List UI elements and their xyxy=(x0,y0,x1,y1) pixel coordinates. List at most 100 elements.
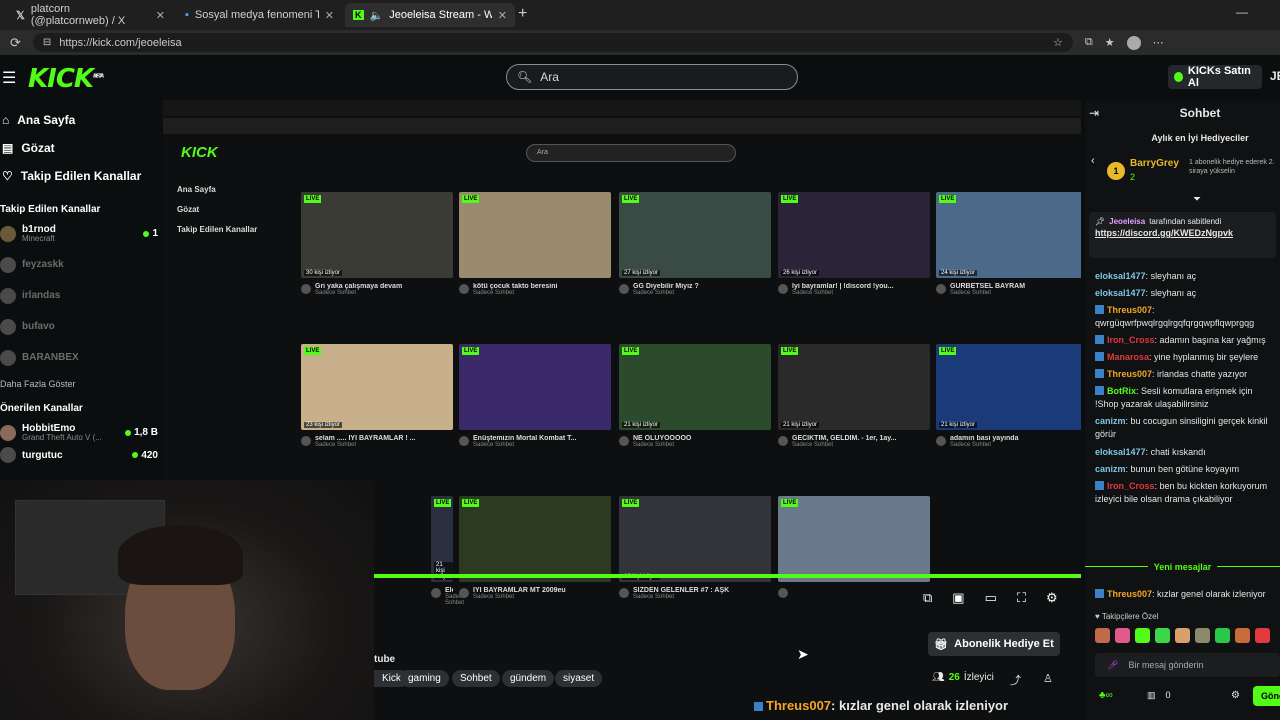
stream-thumbnail[interactable]: LIVE 21 kişi izliyor xyxy=(936,344,1081,430)
chat-user[interactable]: Manarosa xyxy=(1107,352,1149,362)
emote-icon[interactable] xyxy=(1255,628,1270,643)
top-gifter-name[interactable]: BarryGrey xyxy=(1130,158,1179,169)
stream-thumbnail[interactable]: LIVE 24 kişi izliyor xyxy=(936,192,1081,278)
fullscreen-icon[interactable]: ⛶ xyxy=(1017,590,1026,606)
channel-item[interactable]: bufavo xyxy=(0,311,158,342)
chat-user[interactable]: Iron_Cross xyxy=(1107,335,1155,345)
gift-subscription-button[interactable]: 🎁︎ Abonelik Hediye Et xyxy=(928,632,1060,656)
stream-thumbnail[interactable]: LIVE 26 kişi izliyor xyxy=(778,192,930,278)
stream-card[interactable]: LIVE 27 kişi izliyor GG Diyebilir Miyiz ? S… xyxy=(619,192,771,296)
stream-card[interactable]: LIVE16 kişi izliyor SİZDEN GELENLER #7 : … xyxy=(619,496,771,600)
channel-item[interactable]: HobbitEmo Grand Theft Auto V (... 1,8 B xyxy=(0,417,158,448)
chat-user[interactable]: BotRix xyxy=(1107,386,1136,396)
channel-item[interactable]: BARANBEX xyxy=(0,342,158,373)
chat-user[interactable]: eloksal1477 xyxy=(1095,271,1146,281)
emote-icon[interactable] xyxy=(1195,628,1210,643)
channel-item[interactable]: feyzaskk xyxy=(0,249,158,280)
stream-card[interactable]: LIVE 26 kişi izliyor İyi bayramlar! | !dis… xyxy=(778,192,930,296)
chat-input[interactable]: 🎤︎ Bir mesaj gönderin xyxy=(1095,653,1280,677)
emote-icon[interactable] xyxy=(1175,628,1190,643)
tag-gaming[interactable]: gaming xyxy=(400,670,449,687)
stream-thumbnail[interactable]: LIVE 30 kişi izliyor xyxy=(301,192,453,278)
chat-user[interactable]: eloksal1477 xyxy=(1095,288,1146,298)
browser-tab-1[interactable]: 𝕏 platcorn (@platcornweb) / X ✕ xyxy=(8,3,173,27)
chat-user[interactable]: Threus007 xyxy=(1107,589,1152,599)
stream-card[interactable]: LIVE 24 kişi izliyor GURBETSEL BAYRAM Sadec… xyxy=(936,192,1081,296)
chat-user[interactable]: canizm xyxy=(1095,464,1126,474)
chat-user[interactable]: eloksal1477 xyxy=(1095,447,1146,457)
stream-thumbnail[interactable]: LIVE 21 kişi izliyor xyxy=(619,344,771,430)
tag-gundem[interactable]: gündem xyxy=(502,670,555,687)
chat-user[interactable]: canizm xyxy=(1095,416,1126,426)
sidebar-item-following[interactable]: ♡ Takip Edilen Kanallar xyxy=(0,162,158,190)
clip-icon[interactable]: ▣ xyxy=(952,590,964,606)
emote-icon[interactable] xyxy=(1115,628,1130,643)
settings-icon[interactable]: ⚙ xyxy=(1046,590,1058,606)
new-tab-button[interactable]: + xyxy=(518,5,527,23)
send-button[interactable]: Gönder xyxy=(1253,686,1280,706)
stream-thumbnail[interactable]: LIVE xyxy=(459,496,611,582)
kick-logo[interactable]: KICKBETA xyxy=(28,64,104,94)
chevron-left-icon[interactable]: ‹ xyxy=(1091,155,1095,167)
reload-icon[interactable]: ⟳ xyxy=(10,35,21,51)
stream-card[interactable]: LIVE İYİ BAYRAMLAR MT 2009eu Sadece Sohbet xyxy=(459,496,611,600)
stream-card[interactable]: LIVE Enüştemizin Mortal Kombat T... Sadece… xyxy=(459,344,611,448)
stream-card[interactable]: LIVE 23 kişi izliyor selam ..... İYİ BAYRA… xyxy=(301,344,453,448)
close-icon[interactable]: ✕ xyxy=(498,9,507,22)
follow-icon[interactable]: ♙ xyxy=(1043,672,1053,685)
extensions-icon[interactable]: ⧉ xyxy=(1085,36,1093,49)
emote-icon[interactable] xyxy=(1095,628,1110,643)
pinned-link[interactable]: https://discord.gg/KWEDzNgpvk xyxy=(1089,228,1276,238)
stream-thumbnail[interactable]: LIVE xyxy=(459,344,611,430)
stream-card[interactable]: LIVE 21 kişi izliyor GECİKTİM, GELDİM. - 1… xyxy=(778,344,930,448)
stream-thumbnail[interactable]: LIVE 23 kişi izliyor xyxy=(301,344,453,430)
show-more-link[interactable]: Daha Fazla Göster xyxy=(0,379,158,389)
channel-item[interactable]: b1rnod Minecraft 1 xyxy=(0,218,158,249)
browser-tab-2[interactable]: ▪ Sosyal medya fenomeni Testo Tayl ✕ xyxy=(177,3,342,27)
speaker-icon[interactable]: 🔈 xyxy=(370,9,384,22)
stream-card[interactable]: LIVE 21 kişi izliyor NE OLUYOOOOO Sadece So… xyxy=(619,344,771,448)
channel-item[interactable]: irlandas xyxy=(0,280,158,311)
tag-siyaset[interactable]: siyaset xyxy=(555,670,603,687)
favorites-icon[interactable]: ★ xyxy=(1105,36,1115,49)
theater-icon[interactable]: ▭ xyxy=(985,590,997,606)
address-bar[interactable]: ⊟ https://kick.com/jeoeleisa ☆ xyxy=(32,33,1073,52)
channel-item[interactable]: turgutuc 420 xyxy=(0,447,158,463)
emote-icon[interactable] xyxy=(1235,628,1250,643)
stream-card[interactable]: LIVE 21 kişi izliyor adamın basi yayında Sa… xyxy=(936,344,1081,448)
hamburger-menu-icon[interactable]: ☰ xyxy=(2,68,16,88)
tag-sohbet[interactable]: Sohbet xyxy=(452,670,500,687)
share-icon[interactable]: ⤴ xyxy=(1010,672,1021,688)
chevron-down-icon[interactable]: ⏷ xyxy=(1193,194,1201,205)
stream-thumbnail[interactable]: LIVE 21 kişi izliyor xyxy=(778,344,930,430)
minimize-button[interactable]: — xyxy=(1236,5,1248,19)
stream-card[interactable]: LIVE kötü çocuk takto beresini Sadece Sohb… xyxy=(459,192,611,296)
browser-tab-3[interactable]: K 🔈 Jeoeleisa Stream - Watch Live ✕ xyxy=(345,3,515,27)
close-icon[interactable]: ✕ xyxy=(325,9,334,22)
close-icon[interactable]: ✕ xyxy=(156,9,165,22)
stream-thumbnail[interactable]: LIVE16 kişi izliyor xyxy=(619,496,771,582)
stream-card[interactable]: LIVE21 kişi izliyorElora2 sunucusuna gir… xyxy=(431,496,465,606)
stream-card[interactable]: LIVE 30 kişi izliyor Gri yaka çalışmaya de… xyxy=(301,192,453,296)
buy-kicks-button[interactable]: KICKs Satın Al xyxy=(1168,65,1262,89)
chat-user[interactable]: Threus007 xyxy=(1107,305,1152,315)
profile-icon[interactable] xyxy=(1126,35,1141,50)
pip-icon[interactable]: ⧉ xyxy=(923,590,932,606)
stream-thumbnail[interactable]: LIVE 27 kişi izliyor xyxy=(619,192,771,278)
menu-icon[interactable]: ⋯ xyxy=(1153,36,1164,49)
stream-thumbnail[interactable]: LIVE xyxy=(459,192,611,278)
emote-icon[interactable] xyxy=(1155,628,1170,643)
emote-icon[interactable] xyxy=(1135,628,1150,643)
stream-thumbnail[interactable]: LIVE xyxy=(778,496,930,582)
favorite-star-icon[interactable]: ☆ xyxy=(1053,36,1063,49)
sidebar-item-home[interactable]: ⌂ Ana Sayfa xyxy=(0,106,158,134)
emote-icon[interactable] xyxy=(1215,628,1230,643)
channel-points-icon[interactable]: ♣∞ xyxy=(1099,690,1113,701)
site-info-icon[interactable]: ⊟ xyxy=(43,37,51,48)
user-menu[interactable]: JE xyxy=(1270,69,1280,83)
chat-user[interactable]: Threus007 xyxy=(1107,369,1152,379)
search-input[interactable]: 🔍︎ Ara xyxy=(506,64,798,90)
chat-user[interactable]: Iron_Cross xyxy=(1107,481,1155,491)
sidebar-item-browse[interactable]: ▤ Gözat xyxy=(0,134,158,162)
chat-settings-icon[interactable]: ⚙ xyxy=(1231,690,1240,701)
